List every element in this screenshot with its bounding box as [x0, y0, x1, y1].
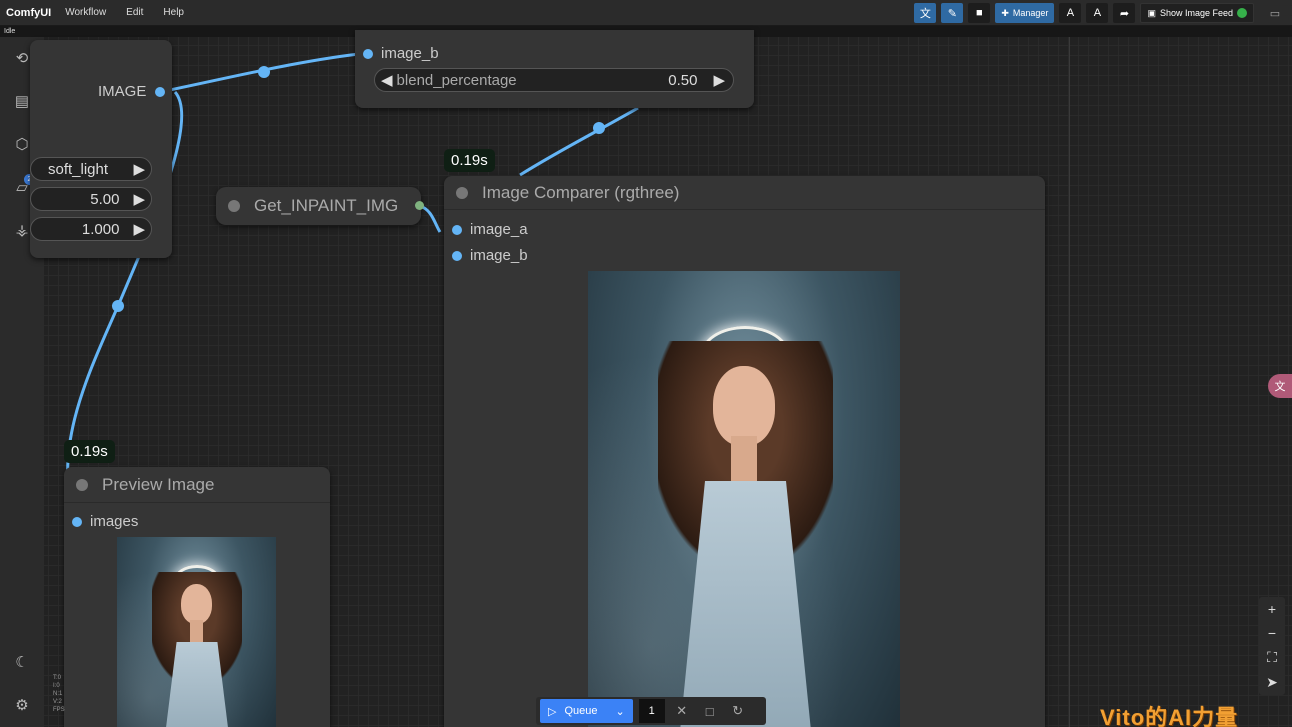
blend-node-top[interactable]: image_b ◀ blend_percentage 0.50 ▶	[355, 30, 754, 108]
node-title: Image Comparer (rgthree)	[444, 176, 1045, 210]
increment-arrow-icon[interactable]: ▶	[133, 160, 145, 178]
value-widget-1[interactable]: 5.00 ▶	[30, 187, 152, 211]
widget-value: 0.50	[668, 71, 698, 89]
increment-arrow-icon[interactable]: ▶	[133, 190, 145, 208]
queue-button[interactable]: ▷ Queue ⌄	[540, 699, 633, 723]
slot-label: image_b	[381, 45, 439, 62]
puzzle-icon: ✚	[1001, 7, 1009, 18]
menu-bar: ComfyUI Workflow Edit Help 文 ✎ ■ ✚ Manag…	[0, 0, 1292, 26]
image-feed-icon: ▣	[1147, 7, 1156, 18]
collapse-dot-icon[interactable]	[76, 478, 88, 491]
slot-dot	[363, 48, 373, 59]
slot-label: images	[90, 513, 139, 530]
preview-time-badge: 0.19s	[64, 440, 115, 463]
render-stats: T:0 I:0 N:1 V:2 FPS	[53, 675, 65, 713]
feed-toggle-icon	[1237, 8, 1247, 18]
zoom-out-icon[interactable]: −	[1268, 625, 1276, 641]
get-inpaint-node[interactable]: Get_INPAINT_IMG	[216, 187, 424, 225]
queue-label: Queue	[564, 705, 598, 717]
increment-arrow-icon[interactable]: ▶	[133, 220, 145, 238]
decrement-arrow-icon[interactable]: ◀	[381, 71, 393, 89]
output-slot-image[interactable]: IMAGE	[98, 83, 166, 100]
zoom-in-icon[interactable]: +	[1268, 601, 1276, 617]
value-widget-2[interactable]: 1.000 ▶	[30, 217, 152, 241]
manager-label: Manager	[1012, 8, 1049, 18]
theme-icon[interactable]: ☾	[11, 651, 33, 673]
image-feed-button[interactable]: ▣ Show Image Feed	[1140, 3, 1254, 23]
blend-mode-widget[interactable]: soft_light ▶	[30, 157, 152, 181]
collapse-dot-icon[interactable]	[228, 200, 240, 212]
input-slot-images[interactable]: images	[72, 513, 138, 530]
translate-icon[interactable]: 文	[914, 3, 937, 23]
batch-count-input[interactable]: 1	[638, 699, 665, 723]
slot-label: image_a	[470, 221, 528, 238]
canvas-divider	[1069, 37, 1070, 727]
slot-dot	[452, 250, 462, 261]
slot-label: IMAGE	[98, 83, 147, 100]
comparer-image[interactable]	[588, 271, 900, 727]
app-brand: ComfyUI	[6, 6, 52, 19]
manager-button[interactable]: ✚ Manager	[995, 3, 1055, 23]
image-comparer-node[interactable]: Image Comparer (rgthree) image_a image_b	[444, 176, 1045, 727]
output-dot-icon[interactable]	[415, 201, 424, 210]
menu-edit[interactable]: Edit	[126, 7, 143, 18]
increment-arrow-icon[interactable]: ▶	[713, 71, 725, 89]
slot-label: image_b	[470, 247, 528, 264]
node-title: Preview Image	[64, 467, 330, 503]
locate-icon[interactable]: ➤	[1266, 674, 1278, 691]
preview-image[interactable]	[117, 537, 276, 727]
settings-icon[interactable]: ⚙	[11, 694, 33, 716]
stop-icon[interactable]: □	[699, 704, 721, 719]
node-title-text: Image Comparer (rgthree)	[482, 182, 680, 202]
input-slot-image-b[interactable]: image_b	[452, 247, 528, 264]
menu-workflow[interactable]: Workflow	[65, 7, 106, 18]
input-slot-image-a[interactable]: image_a	[452, 221, 528, 238]
menu-help[interactable]: Help	[163, 7, 184, 18]
fit-view-icon[interactable]: ⛶	[1267, 649, 1277, 666]
widget-value: 5.00	[90, 190, 120, 208]
widget-value: 1.000	[81, 220, 120, 238]
slot-dot	[452, 224, 462, 235]
font-alt-icon[interactable]: A	[1086, 3, 1109, 23]
node-title: Get_INPAINT_IMG	[216, 187, 421, 225]
widget-label: blend_percentage	[396, 71, 517, 89]
slot-dot	[155, 86, 166, 97]
cancel-icon[interactable]: ✕	[671, 703, 693, 719]
widget-value: soft_light	[48, 160, 109, 178]
blend-node-left[interactable]: IMAGE soft_light ▶ 5.00 ▶ 1.000 ▶	[30, 40, 172, 258]
preview-image-node[interactable]: Preview Image images	[64, 467, 330, 727]
comparer-time-badge: 0.19s	[444, 149, 495, 172]
input-slot-image-b[interactable]: image_b	[363, 45, 439, 62]
queue-bar: ▷ Queue ⌄ 1 ✕ □ ↻	[536, 697, 766, 725]
draw-icon[interactable]: ✎	[941, 3, 964, 23]
font-icon[interactable]: A	[1059, 3, 1082, 23]
node-title-text: Get_INPAINT_IMG	[254, 196, 399, 215]
node-title-text: Preview Image	[102, 474, 215, 494]
collapse-dot-icon[interactable]	[456, 186, 468, 199]
panel-toggle-icon[interactable]: ▭	[1264, 3, 1286, 23]
toolbar-right: 文 ✎ ■ ✚ Manager A A ➦ ▣ Show Image Feed …	[909, 0, 1292, 26]
image-feed-label: Show Image Feed	[1159, 8, 1233, 18]
watermark-text: Vito的AI力量	[1100, 705, 1239, 727]
translate-float-icon[interactable]: 文	[1268, 374, 1292, 398]
zoom-controls: + − ⛶ ➤	[1259, 597, 1285, 695]
refresh-icon[interactable]: ↻	[727, 703, 749, 719]
bookmark-icon[interactable]: ■	[968, 3, 991, 23]
blend-percentage-widget[interactable]: ◀ blend_percentage 0.50 ▶	[374, 68, 734, 92]
share-icon[interactable]: ➦	[1113, 3, 1136, 23]
chevron-down-icon[interactable]: ⌄	[616, 705, 625, 718]
play-icon: ▷	[548, 705, 557, 718]
slot-dot	[72, 516, 82, 527]
